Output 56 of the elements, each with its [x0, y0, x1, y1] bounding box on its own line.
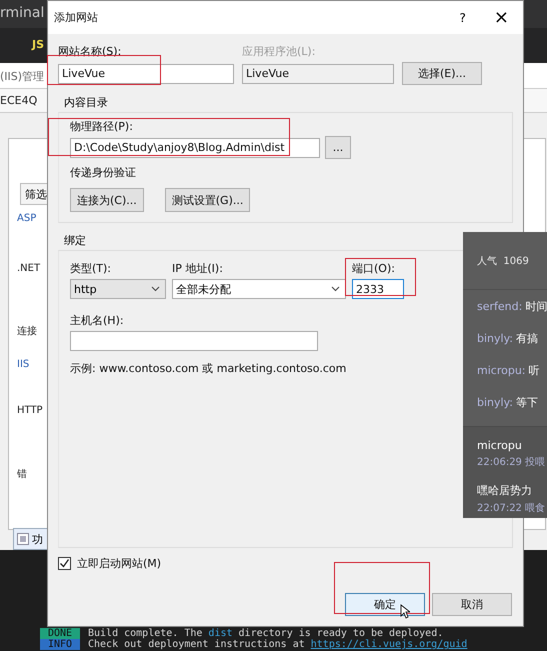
group-label: 绑定 [64, 233, 87, 248]
feature-label[interactable]: 错 [17, 467, 27, 481]
gift-time: 22:07:22 喂食 [477, 502, 546, 515]
type-dropdown[interactable]: http [70, 279, 166, 299]
connect-as-button[interactable]: 连接为(C)... [70, 188, 144, 212]
grid-icon [17, 533, 29, 545]
section-label: 传递身份验证 [70, 165, 137, 180]
checkbox[interactable] [58, 557, 71, 570]
gift-time: 22:06:29 投喂 [477, 456, 546, 469]
server-name[interactable]: ECE4Q [0, 94, 38, 107]
cancel-button[interactable]: 取消 [432, 593, 512, 616]
field-label: 端口(O): [352, 261, 396, 276]
log-line: Build complete. The dist directory is ready to be deployed. [87, 628, 444, 639]
field-label: 类型(T): [70, 261, 112, 276]
chat-message: binyly: 等下 [476, 394, 539, 410]
chat-message: serfend: 时间 [476, 298, 547, 314]
tab-label: 功 [32, 532, 43, 546]
checkbox-label[interactable]: 立即启动网站(M) [77, 556, 162, 571]
browse-button[interactable]: ... [325, 136, 351, 159]
feature-label[interactable]: 连接 [17, 324, 37, 338]
field-label: 物理路径(P): [70, 119, 134, 134]
port-field[interactable]: 2333 [352, 279, 404, 299]
chevron-icon [151, 286, 160, 292]
chevron-icon [331, 286, 340, 292]
site-name-field[interactable]: LiveVue [58, 64, 234, 84]
group-label: 内容目录 [64, 95, 109, 110]
tab-title[interactable]: rminal [0, 5, 44, 21]
help-button[interactable]: ? [460, 10, 466, 24]
annotation-rectangle [345, 258, 416, 296]
select-button[interactable]: 选择(E)... [402, 62, 482, 85]
close-button[interactable]: × [494, 8, 509, 26]
feature-label[interactable]: ASP [17, 213, 36, 224]
feature-label[interactable]: IIS [17, 359, 30, 370]
popularity-count: 人气 1069 [477, 254, 529, 268]
test-settings-button[interactable]: 测试设置(G)... [164, 188, 250, 212]
cursor-icon [400, 604, 410, 619]
feature-label[interactable]: HTTP [17, 405, 43, 416]
field-label: 主机名(H): [70, 313, 125, 328]
field-label: 应用程序池(L): [242, 44, 316, 59]
host-name-field[interactable] [70, 331, 318, 351]
feature-label[interactable]: .NET [17, 263, 40, 274]
log-tag: INFO [40, 639, 80, 650]
filter-button[interactable]: 筛选 [20, 183, 50, 205]
path-field[interactable]: D:\Code\Study\anjoy8\Blog.Admin\dist [70, 138, 320, 158]
log-line: Check out deployment instructions at https://cli.vuejs.org/guid [87, 639, 468, 650]
chat-message: binyly: 有搞 [476, 330, 539, 346]
file-type-label: JS [32, 38, 44, 51]
ok-button[interactable]: 确定 [345, 593, 425, 616]
gift-user: 嘿哈居势力 [477, 483, 533, 498]
window-title: (IIS)管理 [0, 69, 44, 84]
dialog-title: 添加网站 [54, 10, 99, 25]
chat-message: micropu: 听 [476, 362, 540, 378]
field-label: IP 地址(I): [172, 261, 224, 276]
ip-dropdown[interactable]: 全部未分配 [172, 279, 346, 299]
gift-user: micropu [477, 439, 523, 452]
log-tag: DONE [40, 628, 80, 639]
